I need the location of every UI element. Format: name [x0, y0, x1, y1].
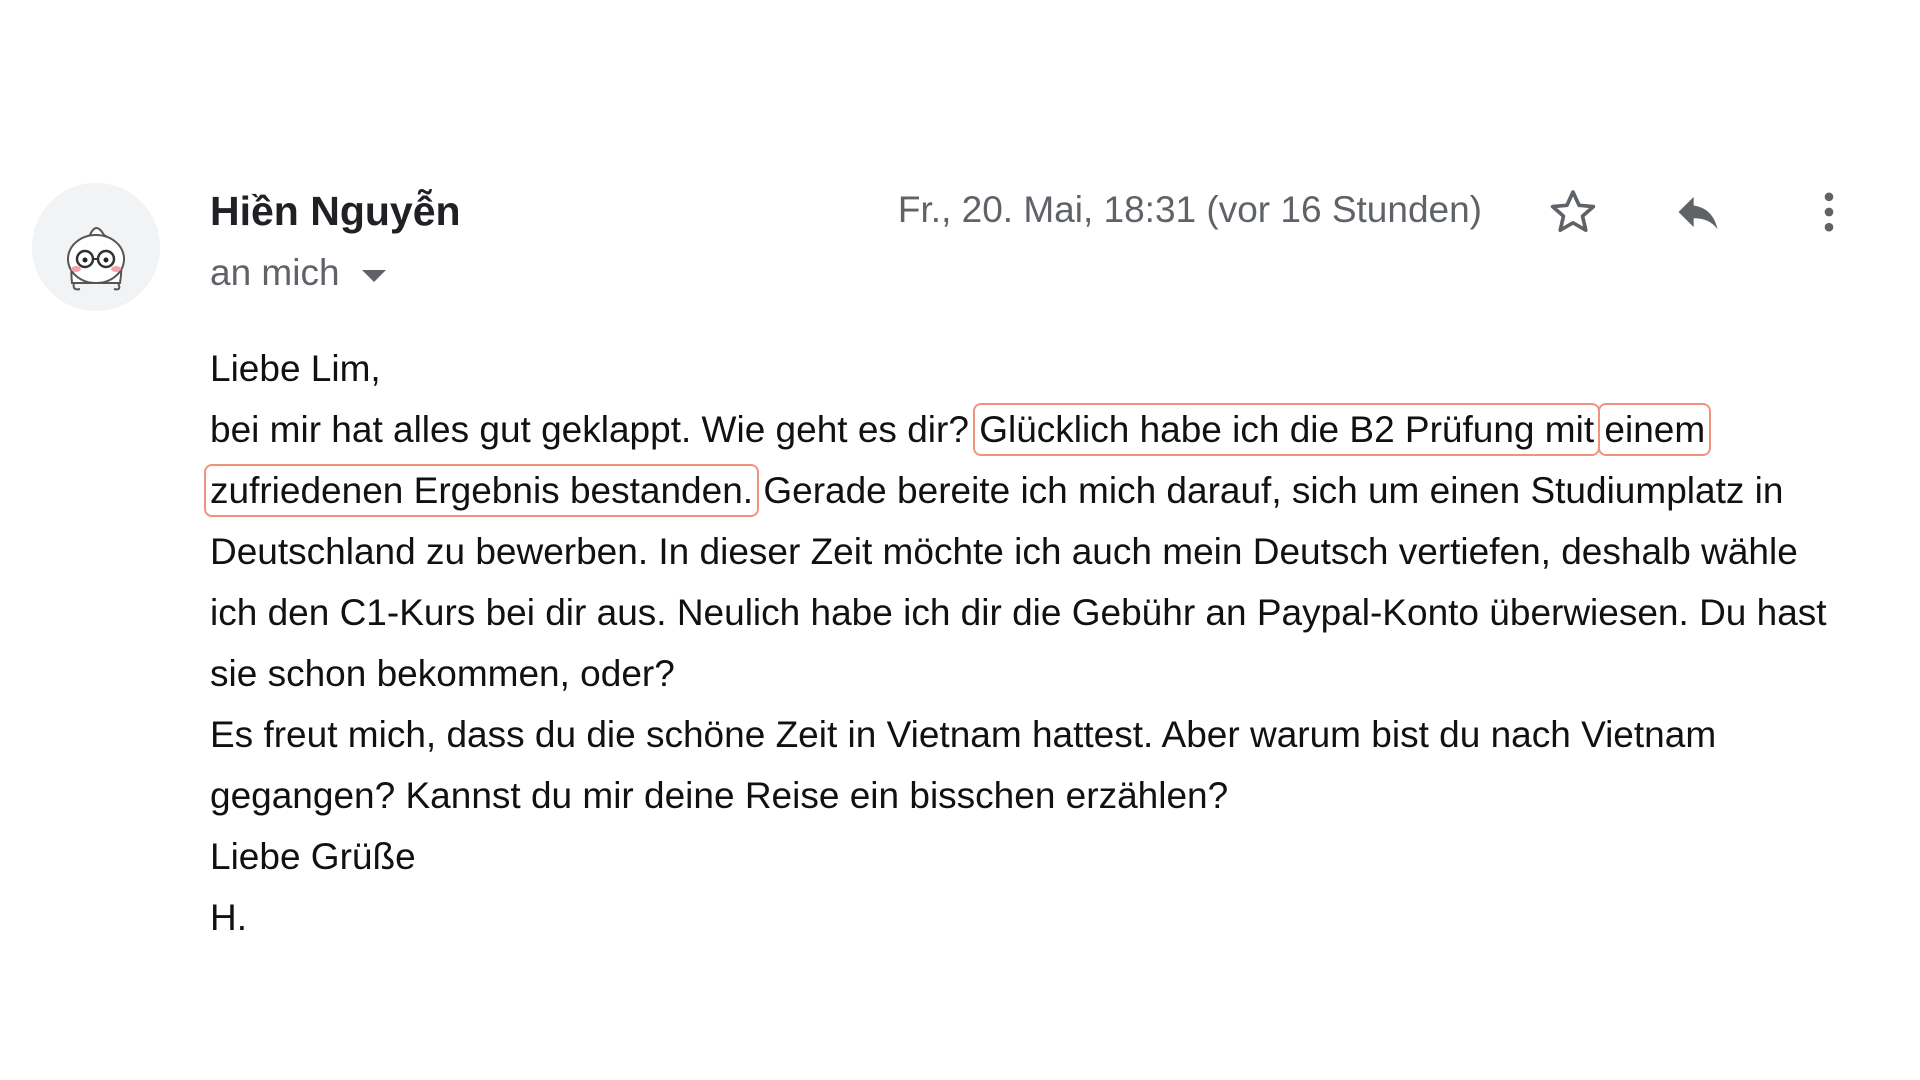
recipients-toggle[interactable]: an mich [210, 252, 386, 294]
avatar-illustration-icon [32, 183, 160, 311]
more-options-button[interactable] [1797, 180, 1861, 244]
reply-button[interactable] [1666, 180, 1730, 244]
star-icon [1550, 190, 1596, 233]
avatar[interactable] [32, 183, 160, 311]
email-message: Hiền Nguyễn an mich Fr., 20. Mai, 18:31 … [0, 0, 1920, 1080]
signature: H. [210, 897, 247, 938]
reply-icon [1678, 196, 1718, 230]
message-body: Liebe Lim, bei mir hat alles gut geklapp… [203, 338, 1850, 948]
recipients-label: an mich [210, 252, 340, 293]
body-text-segment: bei mir hat alles gut geklappt. Wie geht… [210, 409, 980, 450]
closing: Liebe Grüße [210, 836, 416, 877]
greeting: Liebe Lim, [210, 348, 381, 389]
star-button[interactable] [1541, 180, 1605, 244]
chevron-down-icon[interactable] [361, 270, 386, 282]
body-paragraph-2: Es freut mich, dass du die schöne Zeit i… [210, 714, 1717, 816]
timestamp: Fr., 20. Mai, 18:31 (vor 16 Stunden) [897, 189, 1482, 230]
body-paragraph-1: bei mir hat alles gut geklappt. Wie geht… [203, 399, 1850, 704]
sender-name[interactable]: Hiền Nguyễn [210, 188, 461, 235]
more-vert-icon [1824, 192, 1834, 232]
highlighted-text: Glücklich habe ich die B2 Prüfung mit [973, 403, 1601, 456]
